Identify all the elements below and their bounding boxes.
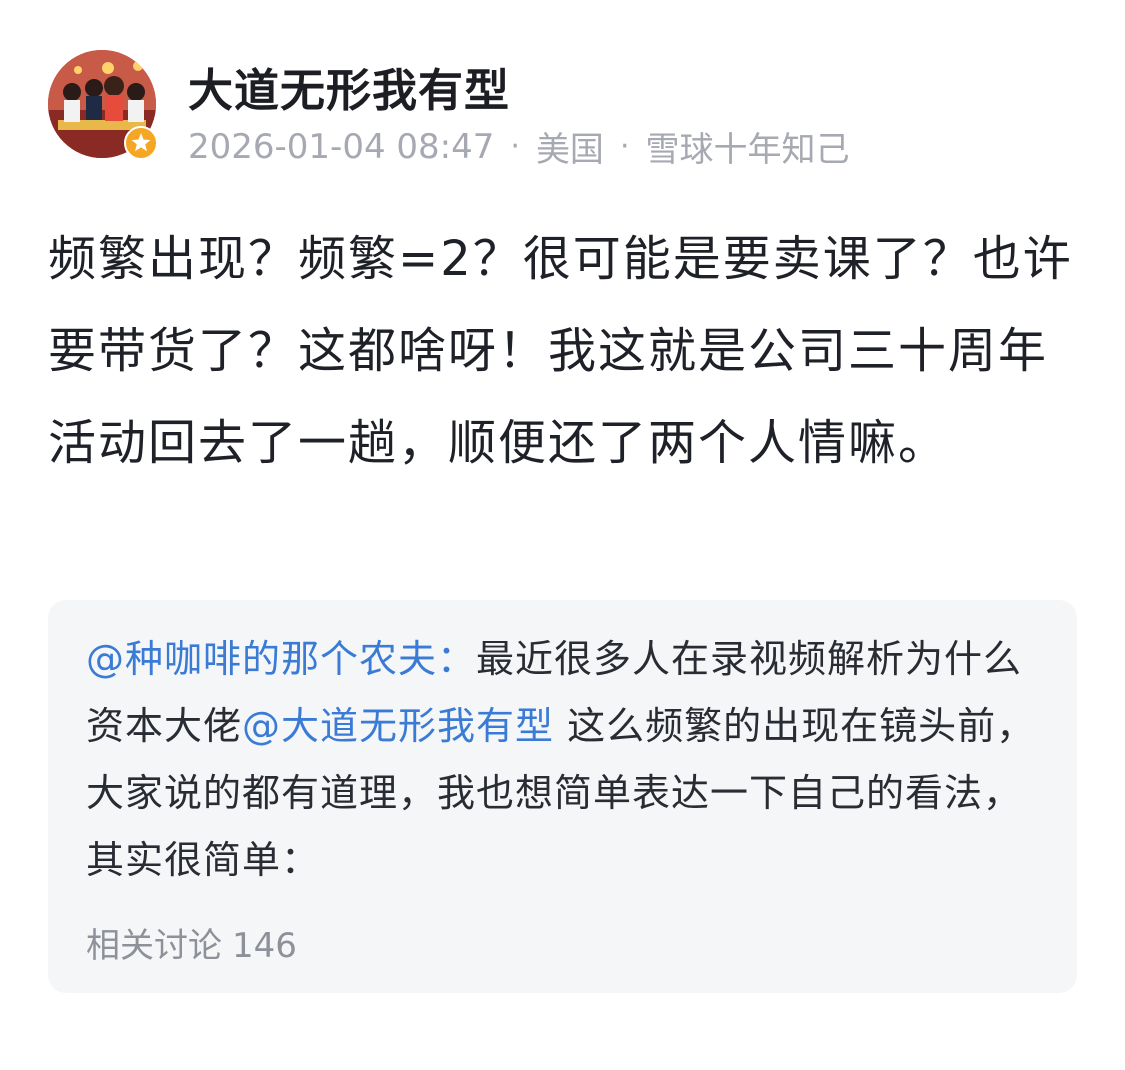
inline-mention-link[interactable]: @大道无形我有型 [242,704,554,748]
author-avatar[interactable] [48,50,158,160]
quoted-author-mention[interactable]: @种咖啡的那个农夫： [86,637,476,681]
verified-star-icon [124,126,158,160]
post-datetime: 2026-01-04 08:47 [188,126,495,167]
related-discussions-link[interactable]: 相关讨论 146 [86,918,297,967]
post-text: 频繁出现？频繁=2？很可能是要卖课了？也许要带货了？这都啥呀！我这就是公司三十周… [48,231,1073,471]
meta-separator: · [619,129,630,164]
post: 大道无形我有型 2026-01-04 08:47 · 美国 · 雪球十年知己 频… [0,0,1125,1070]
quoted-post-card[interactable]: @种咖啡的那个农夫：最近很多人在录视频解析为什么资本大佬@大道无形我有型 这么频… [48,600,1077,993]
meta-separator: · [510,129,520,164]
post-header: 大道无形我有型 2026-01-04 08:47 · 美国 · 雪球十年知己 [48,50,1078,170]
post-location: 美国 [535,130,604,170]
author-name[interactable]: 大道无形我有型 [188,54,510,119]
related-label: 相关讨论 [86,926,222,966]
related-count: 146 [232,926,297,966]
quoted-post-text: @种咖啡的那个农夫：最近很多人在录视频解析为什么资本大佬@大道无形我有型 这么频… [86,626,1046,894]
post-meta: 2026-01-04 08:47 · 美国 · 雪球十年知己 [188,122,849,171]
user-tag: 雪球十年知己 [645,130,850,170]
